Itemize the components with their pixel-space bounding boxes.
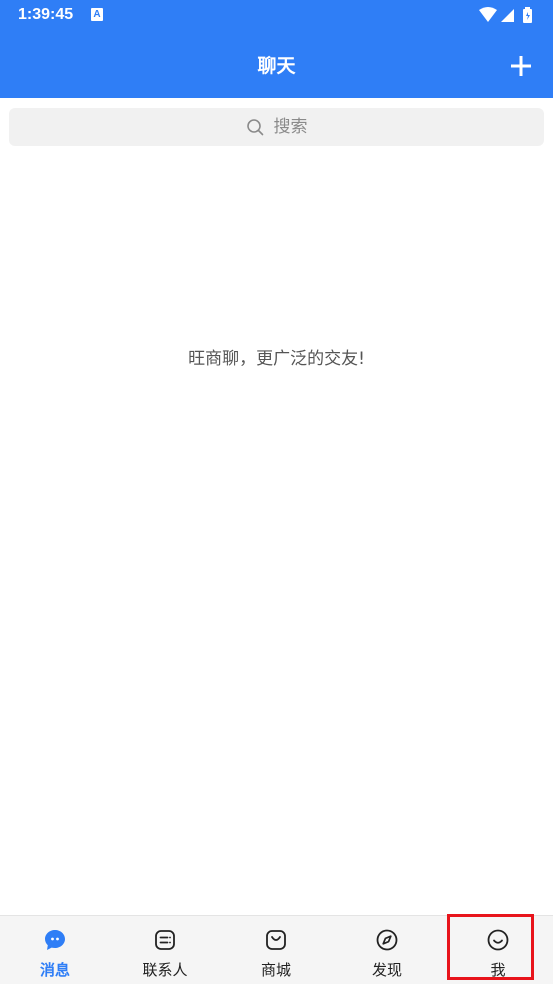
tab-messages[interactable]: 消息: [0, 916, 110, 984]
status-bar: 1:39:45 A: [0, 0, 553, 30]
tab-messages-label: 消息: [39, 961, 70, 979]
notification-a-icon: A: [91, 8, 103, 21]
empty-state-message: 旺商聊，更广泛的交友!: [188, 349, 365, 369]
tab-contacts-label: 联系人: [142, 961, 188, 979]
signal-icon: [501, 9, 514, 22]
tab-discover[interactable]: 发现: [332, 916, 442, 984]
wifi-icon: [479, 7, 497, 22]
tab-mall-label: 商城: [260, 961, 291, 979]
tab-mall[interactable]: 商城: [221, 916, 331, 984]
tab-me-label: 我: [490, 961, 506, 979]
tab-contacts[interactable]: 联系人: [110, 916, 220, 984]
add-button[interactable]: [505, 50, 537, 82]
tab-me[interactable]: 我: [443, 916, 553, 984]
page-title: 聊天: [257, 55, 296, 77]
chat-bubble-icon: [45, 930, 65, 950]
smiley-face-icon: [487, 929, 509, 951]
bottom-tab-bar: 消息 联系人 商城 发现 我: [0, 915, 553, 984]
status-time: 1:39:45: [18, 6, 74, 23]
search-placeholder: 搜索: [273, 117, 308, 137]
battery-icon: [523, 7, 532, 23]
search-inner: 搜索: [9, 116, 544, 138]
compass-icon: [376, 929, 398, 951]
app-header: 聊天: [0, 30, 553, 98]
tab-discover-label: 发现: [371, 961, 402, 979]
shopping-bag-icon: [266, 930, 286, 950]
status-icons: [477, 6, 537, 24]
search-input[interactable]: 搜索: [9, 108, 544, 146]
search-icon: [246, 119, 263, 136]
contacts-icon: [155, 930, 175, 950]
plus-icon: [511, 56, 531, 76]
